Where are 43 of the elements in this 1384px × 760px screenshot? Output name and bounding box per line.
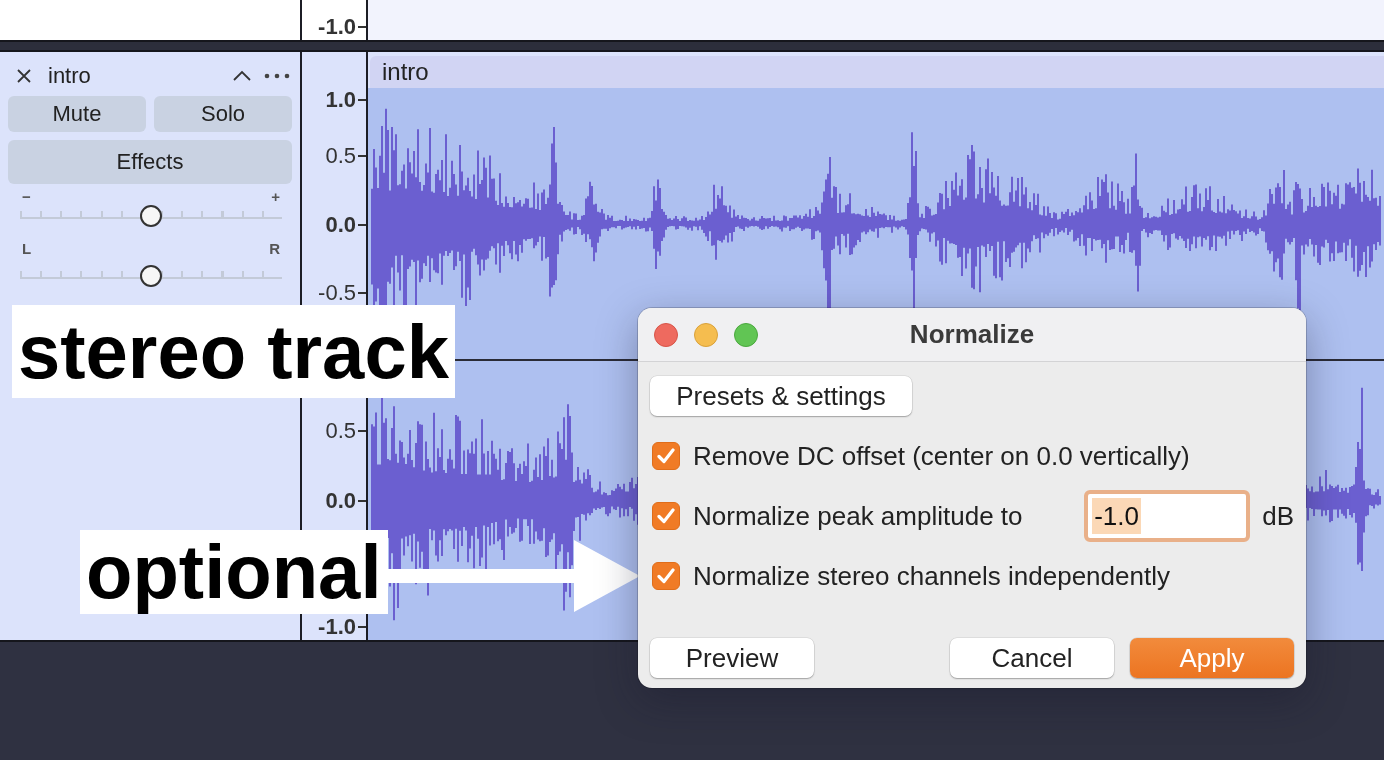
clip-title: intro xyxy=(382,58,429,86)
checkbox[interactable] xyxy=(652,562,680,590)
close-button[interactable] xyxy=(654,322,678,347)
clip-header[interactable]: intro xyxy=(370,56,1384,88)
close-icon[interactable] xyxy=(16,68,32,84)
annotation-label: optional xyxy=(80,530,388,614)
axis-label: 0.5 xyxy=(325,144,356,169)
checkmark-icon xyxy=(657,568,675,584)
slider-label: + xyxy=(271,190,280,204)
axis-label: 0.0 xyxy=(325,488,356,513)
zoom-button[interactable] xyxy=(734,322,758,347)
dialog-button[interactable]: Preview xyxy=(650,638,814,678)
slider-label: − xyxy=(22,190,31,204)
slider-label: L xyxy=(22,242,32,256)
effects-button[interactable]: Effects xyxy=(8,140,292,184)
track-name: intro xyxy=(48,63,92,89)
track-button[interactable]: Solo xyxy=(154,96,292,132)
slider-thumb[interactable] xyxy=(140,205,162,227)
axis-label: 1.0 xyxy=(325,88,356,112)
axis-label: -1.0 xyxy=(318,615,356,639)
chevron-up-icon[interactable] xyxy=(232,70,252,82)
checkmark-icon xyxy=(657,508,675,524)
slider-thumb[interactable] xyxy=(140,265,162,287)
minimize-button[interactable] xyxy=(694,322,718,347)
checkbox[interactable] xyxy=(652,502,680,530)
option-label: Remove DC offset (center on 0.0 vertically) xyxy=(693,440,1190,472)
more-icon[interactable] xyxy=(264,73,290,79)
axis-label: -1.0 xyxy=(318,15,356,39)
axis-label: -0.5 xyxy=(318,280,356,305)
option-label: Normalize peak amplitude to xyxy=(693,500,1024,532)
option-label: Normalize stereo channels independently xyxy=(693,560,1170,592)
dialog-title: Normalize xyxy=(909,319,1035,350)
checkmark-icon xyxy=(657,448,675,464)
slider-label: R xyxy=(269,242,280,256)
unit-label: dB xyxy=(1262,500,1294,532)
track-button[interactable]: Mute xyxy=(8,96,146,132)
dialog-button[interactable]: Cancel xyxy=(950,638,1114,678)
amount-field[interactable]: -1.0 xyxy=(1084,490,1251,542)
axis-label: 0.5 xyxy=(325,418,356,443)
presets-button[interactable]: Presets & settings xyxy=(650,376,912,416)
axis-label: 0.0 xyxy=(325,212,356,237)
annotation-label: stereo track xyxy=(12,305,455,398)
checkbox[interactable] xyxy=(652,442,680,470)
